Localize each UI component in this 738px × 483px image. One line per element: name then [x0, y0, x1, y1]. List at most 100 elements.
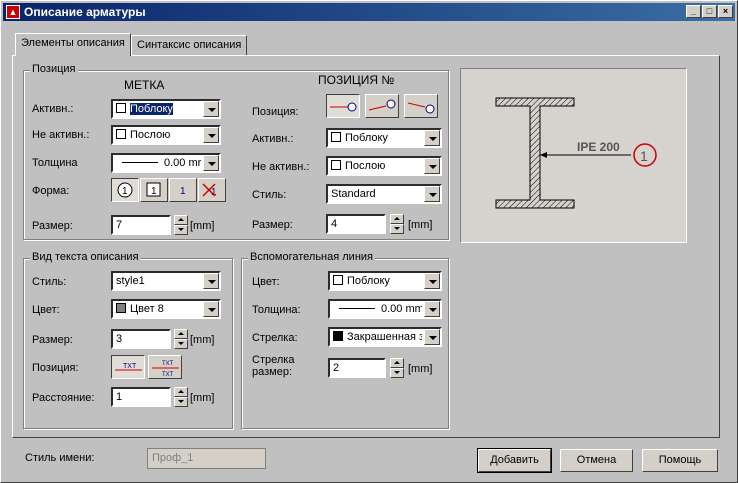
text-size-unit: [mm]: [190, 334, 215, 346]
leader-style-3-button[interactable]: [404, 94, 438, 118]
minimize-button[interactable]: _: [686, 5, 701, 18]
chevron-down-icon[interactable]: [424, 273, 440, 289]
spin-down-icon[interactable]: [390, 368, 404, 378]
text-color-combo[interactable]: Цвет 8: [111, 299, 221, 319]
text-size-label: Размер:: [32, 334, 73, 346]
txt-both-sides-icon: TXT TXT: [152, 361, 179, 378]
aux-thickness-combo[interactable]: 0.00 mm: [328, 299, 442, 319]
spin-up-icon[interactable]: [174, 387, 188, 397]
white-swatch-icon: [333, 275, 343, 285]
chevron-down-icon[interactable]: [424, 301, 440, 317]
tab-syntax[interactable]: Синтаксис описания: [131, 35, 248, 55]
r-size-label: Размер:: [252, 219, 293, 231]
size-unit: [mm]: [190, 220, 215, 232]
r-style-combo-value: Standard: [331, 188, 376, 200]
chevron-down-icon[interactable]: [424, 186, 440, 202]
form-label: Форма:: [32, 185, 70, 197]
aux-arrow-combo-value: Закрашенная з: [347, 331, 422, 343]
text-distance-input[interactable]: 1: [111, 387, 171, 407]
text-style-combo[interactable]: style1: [111, 271, 221, 291]
position-group-title: Позиция: [30, 63, 78, 75]
name-style-input[interactable]: Проф_1: [147, 448, 266, 469]
form-circle-button[interactable]: 1: [111, 178, 139, 202]
spin-down-icon[interactable]: [174, 339, 188, 349]
spin-up-icon[interactable]: [390, 214, 404, 224]
white-swatch-icon: [116, 129, 126, 139]
r-size-spinner[interactable]: [390, 214, 404, 234]
spin-up-icon[interactable]: [390, 358, 404, 368]
spin-down-icon[interactable]: [174, 225, 188, 235]
form-none-button[interactable]: 1: [198, 178, 226, 202]
svg-text:1: 1: [180, 186, 186, 197]
chevron-down-icon[interactable]: [203, 273, 219, 289]
help-button[interactable]: Помощь: [642, 449, 718, 472]
tab-elements[interactable]: Элементы описания: [15, 33, 131, 56]
spin-down-icon[interactable]: [174, 397, 188, 407]
size-input[interactable]: 7: [111, 215, 171, 235]
r-style-combo[interactable]: Standard: [326, 184, 442, 204]
thickness-combo[interactable]: 0.00 mr: [111, 153, 221, 173]
r-inactive-combo-value: Послою: [345, 160, 386, 172]
square-one-icon: 1: [146, 182, 161, 197]
text-size-spinner[interactable]: [174, 329, 188, 349]
maximize-button[interactable]: □: [702, 5, 717, 18]
name-style-label: Стиль имени:: [25, 452, 95, 464]
spin-down-icon[interactable]: [390, 224, 404, 234]
title-bar: ▲ Описание арматуры _ □ ×: [3, 3, 735, 21]
aux-arrow-size-input[interactable]: 2: [328, 358, 386, 378]
inactive-combo[interactable]: Послою: [111, 125, 221, 145]
text-pos-2-button[interactable]: TXT TXT: [148, 355, 182, 379]
plain-one-icon: 1: [180, 186, 186, 197]
leader-style-1-button[interactable]: [326, 94, 360, 118]
svg-text:1: 1: [122, 186, 128, 197]
thickness-combo-value: 0.00 mr: [164, 157, 201, 169]
gray-swatch-icon: [116, 303, 126, 313]
form-square-button[interactable]: 1: [140, 178, 168, 202]
r-inactive-combo[interactable]: Послою: [326, 156, 442, 176]
close-button[interactable]: ×: [718, 5, 733, 18]
chevron-down-icon[interactable]: [424, 158, 440, 174]
spin-up-icon[interactable]: [174, 215, 188, 225]
chevron-down-icon[interactable]: [424, 130, 440, 146]
active-combo[interactable]: Поблоку: [111, 99, 221, 119]
ibeam-preview-drawing: IPE 200 1: [495, 97, 657, 209]
chevron-down-icon[interactable]: [203, 101, 219, 117]
chevron-down-icon[interactable]: [203, 301, 219, 317]
r-size-input[interactable]: 4: [326, 214, 386, 234]
text-distance-spinner[interactable]: [174, 387, 188, 407]
r-style-label: Стиль:: [252, 189, 287, 201]
aux-color-combo[interactable]: Поблоку: [328, 271, 442, 291]
r-inactive-label: Не активн.:: [252, 161, 310, 173]
thickness-label: Толщина: [32, 157, 78, 169]
svg-text:TXT: TXT: [123, 363, 137, 370]
no-frame-icon: 1: [202, 183, 217, 198]
line-sample-icon: [339, 308, 375, 309]
filled-arrow-icon: [333, 331, 343, 341]
text-size-input[interactable]: 3: [111, 329, 171, 349]
leader-up-circle-icon: [368, 99, 396, 111]
aux-thickness-label: Толщина:: [252, 304, 301, 316]
leader-style-2-button[interactable]: [365, 94, 399, 118]
white-swatch-icon: [331, 160, 341, 170]
leader-circle-icon: [330, 102, 357, 112]
chevron-down-icon[interactable]: [203, 127, 219, 143]
cancel-button[interactable]: Отмена: [560, 449, 633, 472]
spin-up-icon[interactable]: [174, 329, 188, 339]
form-plain-button[interactable]: 1: [169, 178, 197, 202]
r-size-unit: [mm]: [408, 219, 433, 231]
r-active-combo[interactable]: Поблоку: [326, 128, 442, 148]
aux-color-combo-value: Поблоку: [347, 275, 390, 287]
white-swatch-icon: [116, 103, 126, 113]
app-icon: ▲: [6, 5, 20, 19]
chevron-down-icon[interactable]: [203, 155, 219, 171]
aux-arrow-size-spinner[interactable]: [390, 358, 404, 378]
size-spinner[interactable]: [174, 215, 188, 235]
add-button[interactable]: Добавить: [477, 448, 552, 473]
active-label: Активн.:: [32, 103, 74, 115]
aux-arrow-combo[interactable]: Закрашенная з: [328, 327, 442, 347]
line-sample-icon: [122, 162, 158, 163]
active-combo-value: Поблоку: [130, 103, 173, 115]
chevron-down-icon[interactable]: [424, 329, 440, 345]
text-pos-1-button[interactable]: TXT: [111, 355, 145, 379]
svg-text:TXT: TXT: [162, 372, 174, 378]
